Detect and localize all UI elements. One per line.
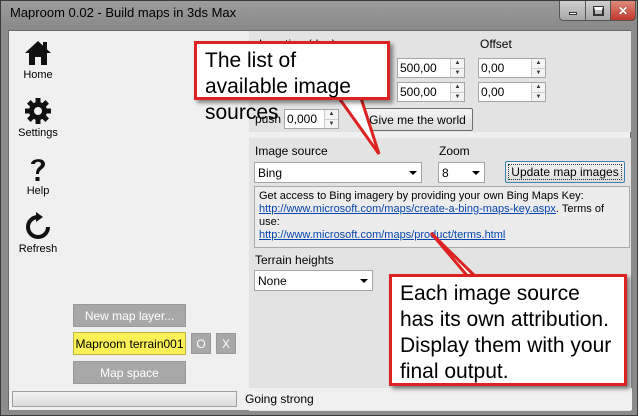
map-space-button[interactable]: Map space — [73, 361, 186, 384]
chevron-down-icon — [355, 271, 372, 290]
chevron-down-icon — [467, 163, 484, 182]
offset-row2-input[interactable]: 0,00 ▲ ▼ — [478, 82, 546, 102]
attribution-text: Get access to Bing imagery by providing … — [259, 190, 584, 202]
layer-item-terrain[interactable]: Maproom terrain001 — [73, 332, 186, 355]
minimize-icon — [568, 12, 577, 15]
offset-row1-input[interactable]: 0,00 ▲ ▼ — [478, 58, 546, 78]
nav-help-label: Help — [26, 185, 50, 197]
nav-settings-label: Settings — [18, 127, 58, 139]
app-window: Maproom 0.02 - Build maps in 3ds Max ✕ H… — [0, 0, 638, 416]
progress-bar — [12, 391, 237, 407]
image-source-value: Bing — [258, 166, 283, 180]
offset-heading: Offset — [480, 37, 512, 51]
nav-help[interactable]: Help — [13, 151, 63, 207]
spinner-arrows[interactable]: ▲ ▼ — [450, 59, 464, 77]
location-row2-input[interactable]: 500,00 ▲ ▼ — [397, 82, 465, 102]
refresh-icon — [26, 212, 50, 239]
image-source-select[interactable]: Bing — [254, 162, 422, 183]
maximize-button[interactable] — [585, 1, 611, 21]
location-row1-input[interactable]: 500,00 ▲ ▼ — [397, 58, 465, 78]
zoom-label: Zoom — [439, 144, 470, 158]
nav-refresh[interactable]: Refresh — [13, 209, 63, 265]
spinner-arrows[interactable]: ▲ ▼ — [450, 83, 464, 101]
callout-top-tail — [336, 96, 381, 155]
zoom-value: 8 — [442, 166, 449, 180]
close-button[interactable]: ✕ — [610, 1, 636, 21]
window-title: Maproom 0.02 - Build maps in 3ds Max — [10, 5, 237, 20]
spinner-arrows[interactable]: ▲ ▼ — [531, 83, 545, 101]
location-row1-value: 500,00 — [400, 61, 437, 75]
gear-icon — [25, 98, 51, 124]
maximize-icon — [592, 5, 604, 16]
chevron-down-icon — [404, 163, 421, 182]
nav-settings[interactable]: Settings — [13, 93, 63, 149]
callout-bottom: Each image source has its own attributio… — [389, 274, 627, 386]
layer-delete-button[interactable]: X — [216, 333, 236, 354]
terrain-heights-value: None — [258, 274, 287, 288]
status-text: Going strong — [245, 392, 314, 406]
minimize-button[interactable] — [559, 1, 586, 21]
nav-home[interactable]: Home — [13, 35, 63, 91]
bing-key-link[interactable]: http://www.microsoft.com/maps/create-a-b… — [259, 203, 556, 215]
terrain-heights-select[interactable]: None — [254, 270, 373, 291]
terrain-heights-label: Terrain heights — [255, 253, 334, 267]
image-source-label: Image source — [255, 144, 328, 158]
update-map-images-button[interactable]: Update map images — [505, 161, 625, 183]
close-icon: ✕ — [617, 3, 629, 18]
offset-row1-value: 0,00 — [481, 61, 505, 75]
zoom-select[interactable]: 8 — [438, 162, 485, 183]
spinner-arrows[interactable]: ▲ ▼ — [531, 59, 545, 77]
layer-toggle-button[interactable]: O — [191, 333, 211, 354]
home-icon — [25, 41, 51, 65]
nav-refresh-label: Refresh — [18, 243, 58, 255]
location-row2-value: 500,00 — [400, 85, 437, 99]
push-value: 0,000 — [287, 112, 318, 126]
question-mark-icon — [31, 159, 45, 181]
nav-home-label: Home — [23, 69, 53, 81]
offset-row2-value: 0,00 — [481, 85, 505, 99]
new-map-layer-button[interactable]: New map layer... — [73, 304, 186, 327]
title-bar[interactable]: Maproom 0.02 - Build maps in 3ds Max ✕ — [1, 1, 637, 27]
status-bar: Going strong — [9, 388, 632, 410]
callout-top: The list of available image sources — [194, 41, 390, 124]
